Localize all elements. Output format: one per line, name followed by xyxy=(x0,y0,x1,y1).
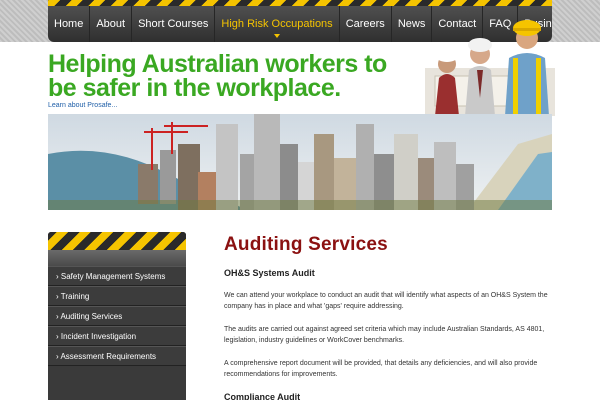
nav-home[interactable]: Home xyxy=(48,6,91,42)
sidebar-item-assessment-requirements[interactable]: › Assessment Requirements xyxy=(48,346,186,366)
section-title-compliance-audit: Compliance Audit xyxy=(224,392,301,400)
hero-headline-line2: be safer in the workplace. xyxy=(48,74,341,102)
nav-careers[interactable]: Careers xyxy=(340,6,392,42)
sidebar-item-incident-investigation[interactable]: › Incident Investigation xyxy=(48,326,186,346)
nav-about[interactable]: About xyxy=(90,6,133,42)
paragraph-3: A comprehensive report document will be … xyxy=(224,360,538,378)
hero-headline-line1: Helping Australian workers to xyxy=(48,50,387,78)
main-content: Auditing Services OH&S Systems Audit We … xyxy=(224,234,560,400)
sidebar: › Safety Management Systems › Training ›… xyxy=(48,232,186,400)
sidebar-hazard-stripe xyxy=(48,232,186,250)
hero-headline: Helping Australian workers to be safer i… xyxy=(48,50,428,102)
nav-high-risk-occupations[interactable]: High Risk Occupations xyxy=(215,6,340,42)
sidebar-item-training[interactable]: › Training xyxy=(48,286,186,306)
section-title-ohs-audit: OH&S Systems Audit xyxy=(224,268,315,278)
paragraph-1: We can attend your workplace to conduct … xyxy=(224,292,548,310)
sidebar-item-auditing-services[interactable]: › Auditing Services xyxy=(48,306,186,326)
workers-illustration xyxy=(425,20,555,116)
nav-short-courses[interactable]: Short Courses xyxy=(132,6,216,42)
paragraph-2: The audits are carried out against agree… xyxy=(224,326,545,344)
page-title: Auditing Services xyxy=(224,234,388,255)
learn-about-link[interactable]: Learn about Prosafe... xyxy=(48,102,117,109)
active-caret-icon xyxy=(274,34,281,38)
nav-high-risk-occupations-label: High Risk Occupations xyxy=(221,18,333,30)
city-skyline-image xyxy=(48,114,552,210)
sidebar-item-safety-management-systems[interactable]: › Safety Management Systems xyxy=(48,266,186,286)
